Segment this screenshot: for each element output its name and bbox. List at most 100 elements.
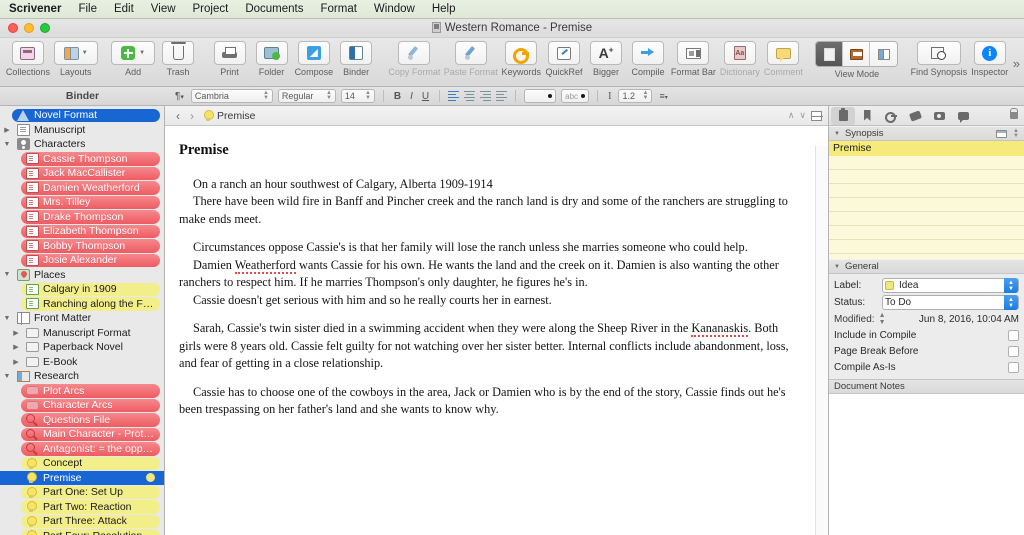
disclosure-closed-icon[interactable]: ▶ — [11, 329, 21, 337]
binder-row[interactable]: ▶ Part Two: Reaction — [0, 500, 164, 515]
compile-as-is-checkbox[interactable] — [1008, 361, 1019, 373]
binder-row-pill[interactable]: Part Three: Attack — [21, 514, 160, 528]
index-card-icon[interactable] — [996, 129, 1008, 138]
disclosure-open-icon[interactable]: ▼ — [2, 141, 12, 148]
menu-item-window[interactable]: Window — [374, 3, 415, 15]
binder-row-pill[interactable]: Manuscript — [12, 123, 160, 137]
binder-row[interactable]: ▶ Paperback Novel — [0, 340, 164, 355]
align-left-button[interactable] — [448, 90, 460, 102]
modified-stepper[interactable]: ▲ ▼ — [879, 312, 886, 326]
include-in-compile-checkbox[interactable] — [1008, 329, 1019, 341]
toolbar-folder[interactable]: Folder — [251, 41, 293, 77]
align-center-button[interactable] — [464, 90, 476, 102]
menu-item-file[interactable]: File — [78, 3, 97, 15]
binder-row-pill[interactable]: Questions File — [21, 413, 160, 427]
binder-row[interactable]: ▼ Research — [0, 369, 164, 384]
binder-row[interactable]: ▶ Manuscript — [0, 123, 164, 138]
menu-item-format[interactable]: Format — [320, 3, 356, 15]
toolbar-quickref[interactable]: QuickRef — [543, 41, 585, 77]
disclosure-open-icon[interactable]: ▼ — [2, 315, 12, 322]
binder-row[interactable]: ▶ Damien Weatherford — [0, 181, 164, 196]
binder-row[interactable]: ▶ Character Arcs — [0, 398, 164, 413]
binder-row[interactable]: ▼ Front Matter — [0, 311, 164, 326]
document-text-area[interactable]: Premise On a ranch an hour southwest of … — [165, 126, 828, 535]
binder-row-pill[interactable]: Front Matter — [12, 312, 160, 325]
label-select[interactable]: Idea ▲ ▼ — [882, 278, 1019, 293]
binder-row-pill[interactable]: Research — [12, 370, 160, 384]
binder-row-pill[interactable]: Part Two: Reaction — [21, 500, 160, 514]
binder-row-pill[interactable]: Concept — [21, 456, 160, 470]
split-editor-icon[interactable] — [811, 110, 823, 121]
inspector-tab-notes[interactable] — [831, 106, 855, 125]
binder-row-pill[interactable]: Ranching along the Foothills... — [21, 297, 160, 311]
binder-row[interactable]: ▶ Part One: Set Up — [0, 485, 164, 500]
editor-scrollbar[interactable] — [815, 146, 828, 535]
toolbar-dictionary[interactable]: Aa Dictionary — [718, 41, 762, 77]
binder-row-pill[interactable]: Paperback Novel — [21, 341, 160, 355]
disclosure-closed-icon[interactable]: ▶ — [11, 358, 21, 366]
editor-forward-button[interactable]: › — [185, 109, 199, 123]
toolbar-keywords[interactable]: Keywords — [499, 41, 543, 77]
inspector-tab-metadata[interactable] — [903, 107, 927, 125]
binder-row-pill[interactable]: Elizabeth Thompson — [21, 224, 160, 238]
binder-row-pill[interactable]: Plot Arcs — [21, 384, 160, 398]
binder-row[interactable]: ▶ Mrs. Tilley — [0, 195, 164, 210]
inspector-tab-bookmarks[interactable] — [855, 107, 879, 125]
binder-row-pill[interactable]: Main Character - Protagonist — [21, 427, 160, 441]
binder-row[interactable]: ▶ Novel Format — [0, 108, 164, 123]
page-break-before-row[interactable]: Page Break Before — [834, 343, 1019, 359]
binder-row[interactable]: ▶ Cassie Thompson — [0, 152, 164, 167]
view-mode-document[interactable] — [816, 42, 844, 66]
toolbar-comment[interactable]: Comment — [762, 41, 805, 77]
paragraph-style-icon[interactable]: ¶▾ — [173, 91, 186, 102]
binder-row[interactable]: ▶ Manuscript Format — [0, 326, 164, 341]
editor-prev-doc-button[interactable]: ∧ — [788, 110, 795, 121]
toolbar-paste-format[interactable]: Paste Format — [442, 41, 499, 77]
binder-row[interactable]: ▶ Antagonist: = the opposing f... — [0, 442, 164, 457]
inspector-tab-keywords[interactable] — [879, 107, 903, 125]
editor-back-button[interactable]: ‹ — [171, 109, 185, 123]
binder-row-pill[interactable]: Bobby Thompson — [21, 239, 160, 253]
menu-item-view[interactable]: View — [151, 3, 176, 15]
binder-row-pill[interactable]: E-Book — [21, 355, 160, 369]
toolbar-layouts[interactable]: ▼ Layouts — [52, 41, 100, 77]
binder-row[interactable]: ▶ Jack MacCallister — [0, 166, 164, 181]
toolbar-compose[interactable]: Compose — [293, 41, 336, 77]
bold-button[interactable]: B — [392, 91, 403, 102]
compile-as-is-row[interactable]: Compile As-Is — [834, 359, 1019, 375]
binder-row-pill[interactable]: Mrs. Tilley — [21, 195, 160, 209]
binder-row-pill[interactable]: Premise — [21, 471, 160, 485]
binder-row-pill[interactable]: Josie Alexander — [21, 253, 160, 267]
toolbar-collections[interactable]: Collections — [4, 41, 52, 77]
binder-row-pill[interactable]: Antagonist: = the opposing f... — [21, 442, 160, 456]
binder-row-pill[interactable]: Character Arcs — [21, 398, 160, 412]
binder-row[interactable]: ▶ Bobby Thompson — [0, 239, 164, 254]
menu-item-edit[interactable]: Edit — [114, 3, 134, 15]
binder-row[interactable]: ▶ Part Three: Attack — [0, 514, 164, 529]
binder-row-pill[interactable]: Damien Weatherford — [21, 181, 160, 195]
binder-row-pill[interactable]: Cassie Thompson — [21, 152, 160, 166]
highlight-color-picker[interactable]: abc — [561, 89, 590, 103]
synopsis-title[interactable]: Premise — [829, 141, 1024, 156]
disclosure-closed-icon[interactable]: ▶ — [2, 126, 12, 134]
toolbar-overflow-button[interactable]: » — [1013, 56, 1020, 71]
binder-row-pill[interactable]: Part One: Set Up — [21, 485, 160, 499]
binder-row[interactable]: ▶ Ranching along the Foothills... — [0, 297, 164, 312]
document-body[interactable]: On a ranch an hour southwest of Calgary,… — [179, 176, 798, 418]
binder-row-pill[interactable]: Part Four: Resolution — [21, 529, 160, 535]
synopsis-section-header[interactable]: ▼ Synopsis ▲ ▼ — [829, 126, 1024, 141]
line-spacing-select[interactable]: 1.2 ▲ ▼ — [618, 89, 653, 103]
inspector-tab-snapshots[interactable] — [927, 107, 951, 125]
binder-row[interactable]: ▶ Drake Thompson — [0, 210, 164, 225]
document-notes-body[interactable] — [829, 394, 1024, 535]
align-justify-button[interactable] — [496, 90, 508, 102]
binder-row[interactable]: ▶ Questions File — [0, 413, 164, 428]
menu-item-project[interactable]: Project — [193, 3, 229, 15]
binder-row[interactable]: ▶ Concept — [0, 456, 164, 471]
binder-row[interactable]: ▶ Elizabeth Thompson — [0, 224, 164, 239]
toolbar-inspector[interactable]: i Inspector — [969, 41, 1011, 77]
binder-row[interactable]: ▶ E-Book — [0, 355, 164, 370]
binder-row-pill[interactable]: Drake Thompson — [21, 210, 160, 224]
binder-row-pill[interactable]: Jack MacCallister — [21, 166, 160, 180]
toolbar-find-synopsis[interactable]: Find Synopsis — [909, 41, 969, 77]
